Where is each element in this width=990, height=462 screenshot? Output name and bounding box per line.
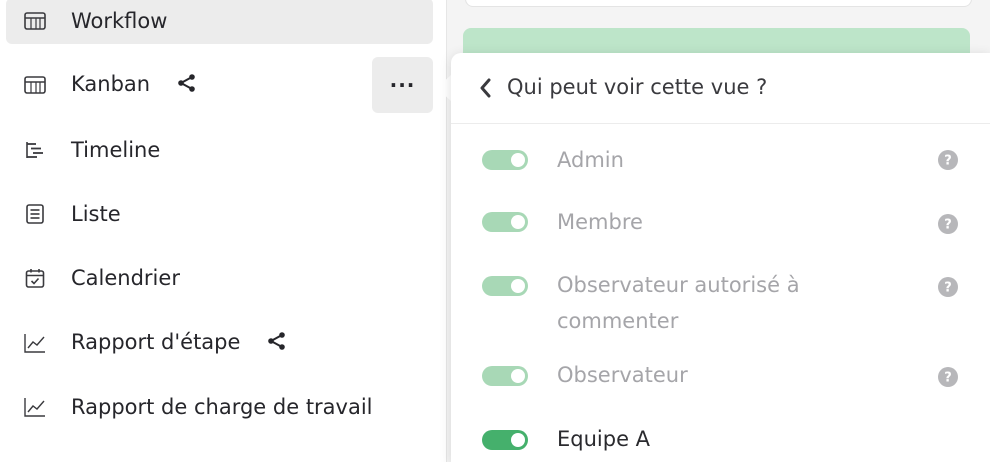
help-icon[interactable]: ? [938, 214, 958, 234]
popover-arrow [437, 74, 452, 102]
view-item-label: Rapport de charge de travail [71, 395, 373, 419]
option-label: Observateur autorisé à commenter [557, 273, 800, 333]
svg-text:?: ? [944, 154, 952, 169]
popover-header: Qui peut voir cette vue ? [451, 53, 990, 124]
option-label: Membre [557, 210, 643, 234]
timeline-icon [22, 137, 48, 163]
more-dots-icon: ··· [389, 73, 416, 97]
svg-text:?: ? [944, 281, 952, 296]
visibility-toggle[interactable] [482, 276, 528, 296]
help-icon[interactable]: ? [938, 367, 958, 387]
help-icon[interactable]: ? [938, 277, 958, 297]
view-item-rapport-etape[interactable]: Rapport d'étape [6, 320, 433, 366]
view-item-label: Timeline [71, 138, 161, 162]
popover-title: Qui peut voir cette vue ? [507, 75, 768, 99]
visibility-toggle[interactable] [482, 212, 528, 232]
option-label: Admin [557, 148, 624, 172]
option-label: Observateur [557, 363, 688, 387]
visibility-toggle[interactable] [482, 430, 528, 450]
table-icon [22, 8, 48, 34]
views-sidebar: Workflow Kanban Timeline Liste Calendrie… [0, 0, 446, 462]
view-item-label: Calendrier [71, 266, 180, 290]
view-item-label: Rapport d'étape [71, 330, 241, 355]
view-item-calendrier[interactable]: Calendrier [6, 255, 433, 301]
help-icon[interactable]: ? [938, 150, 958, 170]
calendar-icon [22, 265, 48, 291]
chart-line-icon [22, 394, 48, 420]
view-item-timeline[interactable]: Timeline [6, 127, 433, 173]
share-icon [267, 331, 287, 356]
chevron-left-icon[interactable] [475, 75, 495, 101]
view-item-label: Kanban [71, 72, 151, 97]
view-item-rapport-charge[interactable]: Rapport de charge de travail [6, 384, 433, 430]
view-item-kanban[interactable]: Kanban [6, 62, 433, 108]
board-card [465, 0, 972, 7]
view-item-label: Liste [71, 202, 121, 226]
svg-text:?: ? [944, 371, 952, 386]
visibility-toggle[interactable] [482, 366, 528, 386]
visibility-toggle[interactable] [482, 150, 528, 170]
visibility-popover: Qui peut voir cette vue ? Admin ? Membre… [451, 53, 990, 462]
svg-text:?: ? [944, 218, 952, 233]
chart-line-icon [22, 330, 48, 356]
view-item-label: Workflow [71, 9, 168, 33]
option-label: Equipe A [557, 427, 651, 451]
view-item-workflow[interactable]: Workflow [6, 0, 433, 44]
more-options-button[interactable]: ··· [372, 57, 433, 113]
list-icon [22, 201, 48, 227]
share-icon [177, 73, 197, 98]
table-icon [22, 72, 48, 98]
view-item-liste[interactable]: Liste [6, 191, 433, 237]
